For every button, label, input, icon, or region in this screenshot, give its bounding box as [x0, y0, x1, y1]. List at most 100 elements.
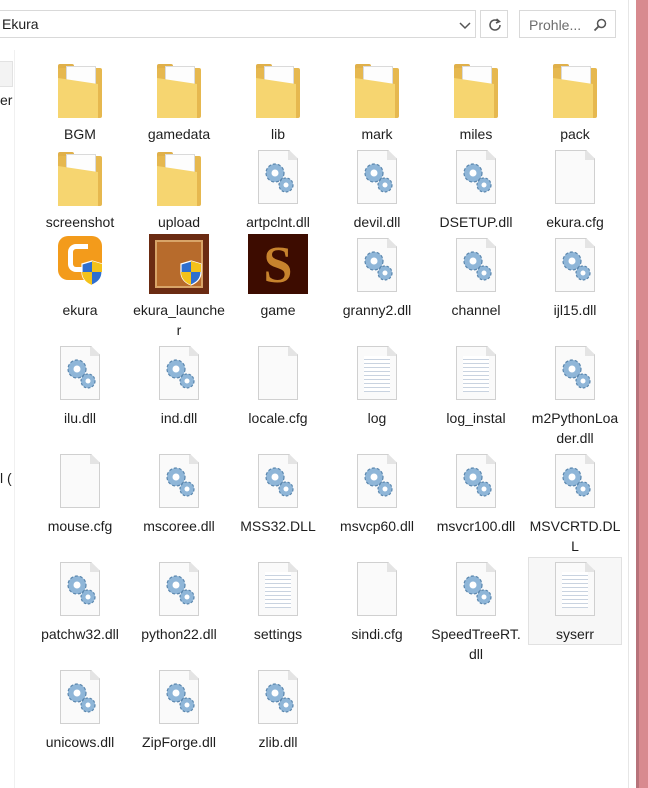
- file-item[interactable]: pack: [529, 58, 621, 144]
- gear-icon: [562, 467, 591, 497]
- file-name-label: upload: [157, 214, 201, 230]
- navigation-pane[interactable]: [0, 50, 15, 788]
- file-item[interactable]: MSS32.DLL: [232, 450, 324, 536]
- file-item[interactable]: MSVCRTD.DLL: [529, 450, 621, 556]
- gear-icon: [166, 359, 195, 389]
- file-item[interactable]: log_instal: [430, 342, 522, 428]
- file-name-label: ind.dll: [160, 410, 198, 426]
- file-name-label: locale.cfg: [248, 410, 308, 426]
- file-name-label: mscoree.dll: [143, 518, 215, 534]
- search-box[interactable]: Prohle...: [519, 10, 616, 38]
- file-name-label: MSVCRTD.DLL: [529, 518, 621, 554]
- gear-icon: [364, 163, 393, 193]
- file-item[interactable]: msvcp60.dll: [331, 450, 423, 536]
- file-item[interactable]: python22.dll: [133, 558, 225, 644]
- refresh-button[interactable]: [480, 10, 508, 38]
- search-icon: [593, 18, 607, 32]
- gear-icon: [562, 359, 591, 389]
- gear-icon: [364, 251, 393, 281]
- file-name-label: game: [260, 302, 296, 318]
- file-name-label: ilu.dll: [64, 410, 96, 426]
- nav-item-label[interactable]: er: [0, 92, 12, 108]
- gear-icon: [463, 251, 492, 281]
- gear-icon: [265, 163, 294, 193]
- file-name-label: settings: [253, 626, 303, 642]
- file-item[interactable]: artpclnt.dll: [232, 146, 324, 232]
- file-item[interactable]: granny2.dll: [331, 234, 423, 320]
- uac-shield-icon: [81, 260, 103, 286]
- file-item[interactable]: upload: [133, 146, 225, 232]
- chevron-down-icon[interactable]: [458, 18, 472, 32]
- gear-icon: [562, 251, 591, 281]
- file-name-label: sindi.cfg: [351, 626, 403, 642]
- file-item[interactable]: zlib.dll: [232, 666, 324, 752]
- file-item[interactable]: patchw32.dll: [34, 558, 126, 644]
- file-item[interactable]: locale.cfg: [232, 342, 324, 428]
- gear-icon: [463, 163, 492, 193]
- file-item[interactable]: mouse.cfg: [34, 450, 126, 536]
- game-app-icon: S: [248, 234, 308, 294]
- file-name-label: ekura: [62, 302, 98, 318]
- nav-selected-item[interactable]: [0, 61, 13, 87]
- file-item[interactable]: ekura_launcher: [133, 234, 225, 340]
- file-item[interactable]: lib: [232, 58, 324, 144]
- gear-icon: [463, 467, 492, 497]
- file-name-label: ZipForge.dll: [142, 734, 216, 750]
- file-item[interactable]: msvcr100.dll: [430, 450, 522, 536]
- file-name-label: lib: [270, 126, 285, 142]
- file-name-label: m2PythonLoader.dll: [531, 410, 619, 446]
- file-item[interactable]: sindi.cfg: [331, 558, 423, 644]
- file-item[interactable]: unicows.dll: [34, 666, 126, 752]
- file-name-label: screenshot: [45, 214, 115, 230]
- gear-icon: [463, 575, 492, 605]
- gear-icon: [265, 467, 294, 497]
- file-item[interactable]: devil.dll: [331, 146, 423, 232]
- file-name-label: granny2.dll: [342, 302, 412, 318]
- file-item[interactable]: channel: [430, 234, 522, 320]
- gear-icon: [67, 683, 96, 713]
- file-item[interactable]: ekura.cfg: [529, 146, 621, 232]
- file-name-label: mark: [361, 126, 393, 142]
- file-item[interactable]: ilu.dll: [34, 342, 126, 428]
- file-name-label: ekura.cfg: [546, 214, 604, 230]
- nav-item-label[interactable]: l (: [0, 470, 12, 486]
- file-item[interactable]: ekura: [34, 234, 126, 320]
- file-name-label: log_instal: [446, 410, 506, 426]
- file-item[interactable]: Sgame: [232, 234, 324, 320]
- file-item[interactable]: mscoree.dll: [133, 450, 225, 536]
- refresh-icon: [489, 18, 501, 31]
- search-input[interactable]: Prohle...: [529, 17, 581, 33]
- gear-icon: [265, 683, 294, 713]
- uac-shield-icon: [180, 260, 202, 286]
- file-name-label: BGM: [64, 126, 96, 142]
- file-item[interactable]: syserr: [528, 557, 622, 645]
- file-item[interactable]: mark: [331, 58, 423, 144]
- file-item[interactable]: DSETUP.dll: [430, 146, 522, 232]
- address-bar[interactable]: Ekura: [0, 10, 476, 38]
- file-name-label: log: [367, 410, 387, 426]
- file-item[interactable]: m2PythonLoader.dll: [529, 342, 621, 448]
- file-name-label: patchw32.dll: [41, 626, 119, 642]
- file-item[interactable]: miles: [430, 58, 522, 144]
- gear-icon: [166, 467, 195, 497]
- gear-icon: [67, 359, 96, 389]
- file-item[interactable]: BGM: [34, 58, 126, 144]
- file-name-label: msvcr100.dll: [436, 518, 516, 534]
- gear-icon: [166, 683, 195, 713]
- file-item[interactable]: ijl15.dll: [529, 234, 621, 320]
- file-name-label: miles: [459, 126, 493, 142]
- file-icon: [258, 346, 298, 400]
- file-icon: [357, 562, 397, 616]
- file-name-label: MSS32.DLL: [240, 518, 316, 534]
- file-name-label: unicows.dll: [45, 734, 115, 750]
- file-item[interactable]: gamedata: [133, 58, 225, 144]
- file-item[interactable]: settings: [232, 558, 324, 644]
- file-item[interactable]: log: [331, 342, 423, 428]
- file-item[interactable]: SpeedTreeRT.dll: [430, 558, 522, 664]
- gear-icon: [364, 467, 393, 497]
- file-name-label: python22.dll: [141, 626, 217, 642]
- file-item[interactable]: screenshot: [34, 146, 126, 232]
- file-item[interactable]: ZipForge.dll: [133, 666, 225, 752]
- file-item[interactable]: ind.dll: [133, 342, 225, 428]
- file-name-label: pack: [560, 126, 590, 142]
